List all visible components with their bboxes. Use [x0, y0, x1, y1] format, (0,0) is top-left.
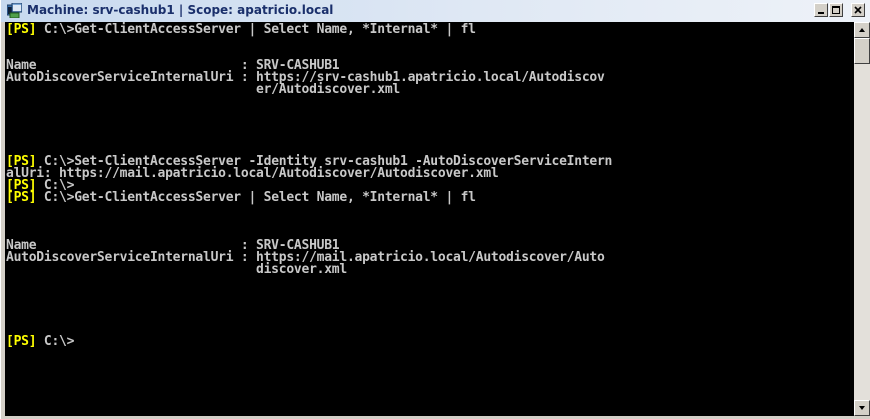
console-output[interactable]: [PS] C:\>Get-ClientAccessServer | Select…	[5, 22, 854, 416]
console-line: [PS] C:\>Get-ClientAccessServer | Select…	[6, 190, 476, 205]
console-text: er/Autodiscover.xml	[6, 82, 400, 97]
arrow-down-icon	[859, 406, 865, 410]
ps-prompt-tag: [PS]	[6, 22, 37, 37]
maximize-button[interactable]	[829, 3, 843, 17]
console-text: alUri: https://mail.apatricio.local/Auto…	[6, 166, 499, 181]
ps-prompt-tag: [PS]	[6, 190, 37, 205]
title-bar[interactable]: Machine: srv-cashub1 | Scope: apatricio.…	[1, 0, 870, 22]
scroll-down-button[interactable]	[854, 400, 870, 416]
minimize-icon	[818, 12, 824, 14]
scrollbar-thumb[interactable]	[854, 38, 870, 64]
close-icon	[854, 6, 862, 14]
console-line: er/Autodiscover.xml	[6, 82, 400, 97]
console-line: alUri: https://mail.apatricio.local/Auto…	[6, 166, 499, 181]
console-text: discover.xml	[6, 262, 347, 277]
console-line: discover.xml	[6, 262, 347, 277]
maximize-icon	[832, 6, 840, 14]
powershell-console-icon	[6, 2, 23, 19]
console-text: C:\>Get-ClientAccessServer | Select Name…	[36, 190, 476, 205]
console-line: [PS] C:\>Get-ClientAccessServer | Select…	[6, 22, 476, 37]
vertical-scrollbar[interactable]	[854, 22, 870, 416]
ps-prompt-tag: [PS]	[6, 334, 37, 349]
console-text: C:\>	[36, 334, 75, 349]
console-text: C:\>Get-ClientAccessServer | Select Name…	[36, 22, 476, 37]
console-line: [PS] C:\>	[6, 334, 75, 349]
minimize-button[interactable]	[814, 3, 828, 17]
close-button[interactable]	[851, 3, 865, 17]
window-title: Machine: srv-cashub1 | Scope: apatricio.…	[27, 3, 334, 17]
powershell-window: Machine: srv-cashub1 | Scope: apatricio.…	[1, 0, 870, 419]
scroll-up-button[interactable]	[854, 22, 870, 38]
arrow-up-icon	[859, 28, 865, 32]
